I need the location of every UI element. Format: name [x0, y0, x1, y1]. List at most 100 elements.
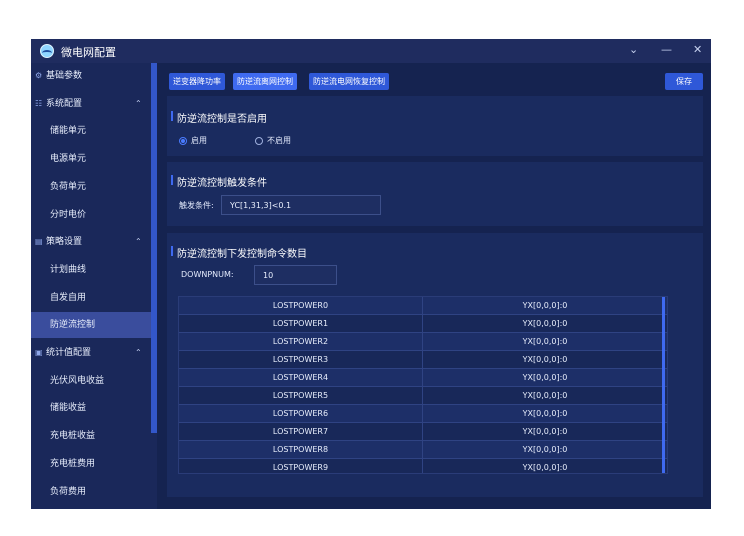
sidebar-group[interactable]: ▤ 策略设置 ⌃	[31, 229, 151, 255]
radio-disable-label: 不启用	[267, 136, 291, 145]
cmd-name-cell: LOSTPOWER6	[179, 404, 423, 423]
app-logo-icon	[40, 44, 54, 58]
sidebar-item[interactable]: 充电桩收益	[31, 423, 151, 449]
radio-unchecked-icon	[255, 136, 263, 145]
tab-anti-reverse-offgrid[interactable]: 防逆流离网控制	[233, 73, 297, 90]
sidebar-item-label: 充电桩收益	[50, 431, 96, 442]
radio-checked-icon	[179, 136, 187, 145]
sidebar-item-label: 储能收益	[50, 403, 87, 414]
table-row[interactable]: LOSTPOWER6 YX[0,0,0]:0	[179, 404, 667, 423]
table-row[interactable]: LOSTPOWER4 YX[0,0,0]:0	[179, 368, 667, 387]
radio-enable[interactable]: 启用	[179, 135, 207, 146]
table-row[interactable]: LOSTPOWER2 YX[0,0,0]:0	[179, 332, 667, 351]
cmd-name-cell: LOSTPOWER4	[179, 368, 423, 387]
cmd-name-cell: LOSTPOWER3	[179, 350, 423, 369]
title-bar: 微电网配置 ⌄ — ✕	[31, 39, 711, 63]
sidebar-item-label: 自发自用	[50, 292, 87, 303]
table-row[interactable]: LOSTPOWER1 YX[0,0,0]:0	[179, 314, 667, 333]
table-row[interactable]: LOSTPOWER7 YX[0,0,0]:0	[179, 422, 667, 441]
trigger-panel-title: 防逆流控制触发条件	[171, 174, 267, 189]
sidebar-item-label: 充电桩费用	[50, 458, 96, 469]
tab-anti-reverse-grid-recovery[interactable]: 防逆流电网恢复控制	[309, 73, 389, 90]
sidebar-item[interactable]: 负荷费用	[31, 479, 151, 505]
sidebar-item-label: 储能单元	[50, 126, 87, 137]
command-panel: 防逆流控制下发控制命令数目 DOWNPNUM: 10 LOSTPOWER0 YX[…	[167, 233, 703, 497]
table-row[interactable]: LOSTPOWER3 YX[0,0,0]:0	[179, 350, 667, 369]
trigger-condition-label: 触发条件:	[179, 201, 214, 210]
sidebar-item-label: 系统配置	[46, 98, 83, 109]
sidebar-item-label: 电源单元	[50, 154, 87, 165]
command-panel-title: 防逆流控制下发控制命令数目	[171, 245, 307, 260]
sidebar-item[interactable]: 负荷单元	[31, 174, 151, 200]
cmd-name-cell: LOSTPOWER2	[179, 332, 423, 351]
chevron-up-icon[interactable]: ⌃	[135, 340, 142, 366]
menu-group-icon: ▣	[35, 348, 43, 357]
tab-inverter-derate[interactable]: 逆变器降功率	[169, 73, 225, 90]
sidebar-group[interactable]: ☷ 系统配置 ⌃	[31, 91, 151, 117]
save-button[interactable]: 保存	[665, 73, 703, 90]
sidebar-item-label: 基础参数	[46, 71, 83, 81]
chevron-down-icon[interactable]: ⌄	[629, 43, 638, 57]
cmd-name-cell: LOSTPOWER8	[179, 440, 423, 459]
command-table: LOSTPOWER0 YX[0,0,0]:0 LOSTPOWER1 YX[0,0,0]…	[178, 296, 668, 474]
close-button[interactable]: ✕	[693, 43, 702, 57]
table-row[interactable]: LOSTPOWER5 YX[0,0,0]:0	[179, 386, 667, 405]
table-row[interactable]: LOSTPOWER8 YX[0,0,0]:0	[179, 440, 667, 459]
sidebar-nav: ⚙ 基础参数 ☷ 系统配置 ⌃ 储能单元电源单元负荷单元分时电价 ▤ 策略设置 ⌃ 计划曲线自发自…	[31, 63, 157, 509]
sidebar-item-label: 策略设置	[46, 237, 83, 248]
sidebar-item[interactable]: 电源单元	[31, 146, 151, 172]
cmd-value-cell: YX[0,0,0]:0	[422, 332, 667, 351]
chevron-up-icon[interactable]: ⌃	[135, 229, 142, 255]
chevron-up-icon[interactable]: ⌃	[135, 91, 142, 117]
sidebar-item[interactable]: 储能单元	[31, 118, 151, 144]
sidebar-group[interactable]: ⚙ 基础参数	[31, 63, 151, 89]
main-content: 逆变器降功率 防逆流离网控制 防逆流电网恢复控制 保存 防逆流控制是否启用 启用…	[157, 63, 711, 509]
cmd-value-cell: YX[0,0,0]:0	[422, 386, 667, 405]
radio-disable[interactable]: 不启用	[255, 135, 291, 146]
sidebar-group[interactable]: ▣ 统计值配置 ⌃	[31, 340, 151, 366]
cmd-value-cell: YX[0,0,0]:0	[422, 422, 667, 441]
table-scrollbar[interactable]	[662, 297, 665, 473]
cmd-name-cell: LOSTPOWER0	[179, 297, 423, 315]
menu-group-icon: ☷	[35, 98, 43, 108]
menu-group-icon: ▤	[35, 237, 43, 247]
sidebar-item-label: 统计值配置	[46, 348, 92, 358]
table-row[interactable]: LOSTPOWER0 YX[0,0,0]:0	[179, 297, 667, 315]
sidebar-item[interactable]: 分时电价	[31, 202, 151, 228]
sidebar-item-label: 负荷费用	[50, 486, 87, 497]
sidebar-item[interactable]: 计划曲线	[31, 257, 151, 283]
sidebar-item[interactable]: 防逆流控制	[31, 312, 151, 339]
sidebar-item[interactable]: 充电桩费用	[31, 451, 151, 477]
sidebar-item[interactable]: 光伏风电收益	[31, 368, 151, 394]
sidebar-item-label: 防逆流控制	[50, 320, 96, 331]
sidebar-item-label: 光伏风电收益	[50, 375, 105, 386]
radio-enable-label: 启用	[191, 136, 207, 145]
sidebar-item-label: 负荷单元	[50, 181, 87, 192]
cmd-value-cell: YX[0,0,0]:0	[422, 314, 667, 333]
sidebar-item[interactable]: 储能收益	[31, 395, 151, 421]
cmd-name-cell: LOSTPOWER7	[179, 422, 423, 441]
table-row[interactable]: LOSTPOWER9 YX[0,0,0]:0	[179, 458, 667, 473]
trigger-panel: 防逆流控制触发条件 触发条件: YC[1,31,3]<0.1	[167, 162, 703, 226]
cmd-name-cell: LOSTPOWER5	[179, 386, 423, 405]
app-title: 微电网配置	[61, 46, 116, 59]
trigger-condition-input[interactable]: YC[1,31,3]<0.1	[221, 195, 381, 215]
minimize-button[interactable]: —	[661, 43, 672, 57]
enable-panel: 防逆流控制是否启用 启用 不启用	[167, 96, 703, 156]
menu-group-icon: ⚙	[35, 71, 43, 80]
downpnum-input[interactable]: 10	[254, 265, 337, 285]
cmd-value-cell: YX[0,0,0]:0	[422, 458, 667, 473]
app-window: 微电网配置 ⌄ — ✕ ⚙ 基础参数 ☷ 系统配置 ⌃ 储能单元电源单元负荷单元分时电价 ▤…	[31, 39, 711, 509]
cmd-name-cell: LOSTPOWER9	[179, 458, 423, 473]
cmd-name-cell: LOSTPOWER1	[179, 314, 423, 333]
sidebar-item[interactable]: 自发自用	[31, 285, 151, 311]
cmd-value-cell: YX[0,0,0]:0	[422, 297, 667, 315]
cmd-value-cell: YX[0,0,0]:0	[422, 350, 667, 369]
sidebar-item-label: 分时电价	[50, 209, 87, 220]
downpnum-label: DOWNPNUM:	[181, 270, 234, 279]
enable-panel-title: 防逆流控制是否启用	[171, 110, 267, 125]
cmd-value-cell: YX[0,0,0]:0	[422, 404, 667, 423]
cmd-value-cell: YX[0,0,0]:0	[422, 440, 667, 459]
cmd-value-cell: YX[0,0,0]:0	[422, 368, 667, 387]
sidebar-item-label: 计划曲线	[50, 264, 87, 275]
